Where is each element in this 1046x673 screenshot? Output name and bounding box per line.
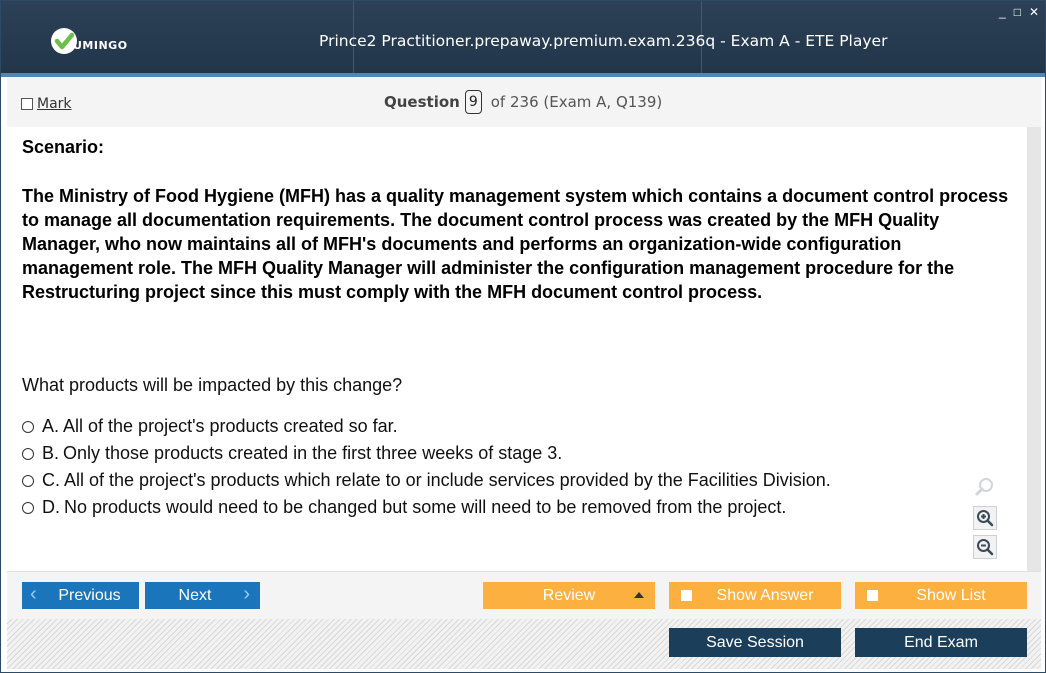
vertical-scrollbar[interactable] xyxy=(1027,127,1041,571)
radio-button[interactable] xyxy=(22,447,34,460)
window-controls: _ □ ✕ xyxy=(999,5,1039,19)
question-number-input[interactable]: 9 xyxy=(464,90,482,114)
brand-name: UMINGO xyxy=(73,38,128,52)
option-text: Only those products created in the first… xyxy=(63,443,563,463)
question-counter: Question 9 of 236 (Exam A, Q139) xyxy=(384,90,662,114)
minimize-icon[interactable]: _ xyxy=(999,5,1006,19)
checkmark-logo-icon xyxy=(51,28,77,54)
close-icon[interactable]: ✕ xyxy=(1029,5,1039,19)
end-exam-label: End Exam xyxy=(904,633,978,651)
answer-option-a[interactable]: A. All of the project's products created… xyxy=(22,413,831,440)
radio-button[interactable] xyxy=(22,420,34,433)
previous-button[interactable]: ‹ Previous xyxy=(22,582,139,609)
show-answer-label: Show Answer xyxy=(716,586,814,604)
answer-option-b[interactable]: B. Only those products created in the fi… xyxy=(22,440,831,467)
next-label: Next xyxy=(178,586,212,604)
show-list-label: Show List xyxy=(916,586,986,604)
save-session-button[interactable]: Save Session xyxy=(669,628,841,657)
option-text: All of the project's products which rela… xyxy=(64,470,831,490)
question-total: of 236 (Exam A, Q139) xyxy=(490,93,663,111)
mark-checkbox[interactable]: Mark xyxy=(21,96,72,112)
scenario-heading: Scenario: xyxy=(22,137,105,157)
chevron-left-icon: ‹ xyxy=(30,583,37,605)
vumingo-logo: UMINGO xyxy=(51,28,128,54)
title-bar: UMINGO Prince2 Practitioner.prepaway.pre… xyxy=(1,1,1045,77)
zoom-in-icon[interactable] xyxy=(973,506,997,530)
question-bar: Mark Question 9 of 236 (Exam A, Q139) xyxy=(7,77,1041,128)
triangle-up-icon xyxy=(634,592,644,598)
show-list-button[interactable]: Show List xyxy=(855,582,1027,609)
radio-button[interactable] xyxy=(22,501,34,514)
option-text: No products would need to be changed but… xyxy=(64,497,787,517)
mark-checkbox-box[interactable] xyxy=(21,98,33,110)
option-letter: D. xyxy=(42,497,60,517)
footer-bar: Save Session End Exam xyxy=(7,619,1041,669)
option-letter: C. xyxy=(42,470,60,490)
maximize-icon[interactable]: □ xyxy=(1014,5,1021,19)
zoom-out-icon[interactable] xyxy=(973,535,997,559)
save-session-label: Save Session xyxy=(706,633,804,651)
end-exam-button[interactable]: End Exam xyxy=(855,628,1027,657)
question-text: What products will be impacted by this c… xyxy=(22,375,403,395)
answer-options: A. All of the project's products created… xyxy=(22,413,831,521)
app-window: UMINGO Prince2 Practitioner.prepaway.pre… xyxy=(0,0,1046,673)
option-letter: A. xyxy=(42,416,60,436)
radio-button[interactable] xyxy=(22,474,34,487)
chevron-right-icon: › xyxy=(243,583,250,605)
navigation-bar: ‹ Previous Next › Review Show Answer Sho… xyxy=(7,571,1041,620)
answer-option-c[interactable]: C. All of the project's products which r… xyxy=(22,467,831,494)
scenario-text: The Ministry of Food Hygiene (MFH) has a… xyxy=(22,186,1009,302)
show-answer-button[interactable]: Show Answer xyxy=(669,582,841,609)
option-letter: B. xyxy=(42,443,60,463)
answer-option-d[interactable]: D. No products would need to be changed … xyxy=(22,494,831,521)
review-label: Review xyxy=(542,586,596,604)
question-content: Scenario: The Ministry of Food Hygiene (… xyxy=(7,127,1027,571)
question-label: Question xyxy=(384,93,460,111)
show-answer-checkbox[interactable] xyxy=(681,590,692,601)
window-title: Prince2 Practitioner.prepaway.premium.ex… xyxy=(319,32,888,50)
review-button[interactable]: Review xyxy=(483,582,655,609)
previous-label: Previous xyxy=(58,586,121,604)
mark-label: Mark xyxy=(37,96,72,112)
option-text: All of the project's products created so… xyxy=(63,416,398,436)
next-button[interactable]: Next › xyxy=(145,582,260,609)
magnifier-icon[interactable] xyxy=(973,475,997,499)
show-list-checkbox[interactable] xyxy=(867,590,878,601)
